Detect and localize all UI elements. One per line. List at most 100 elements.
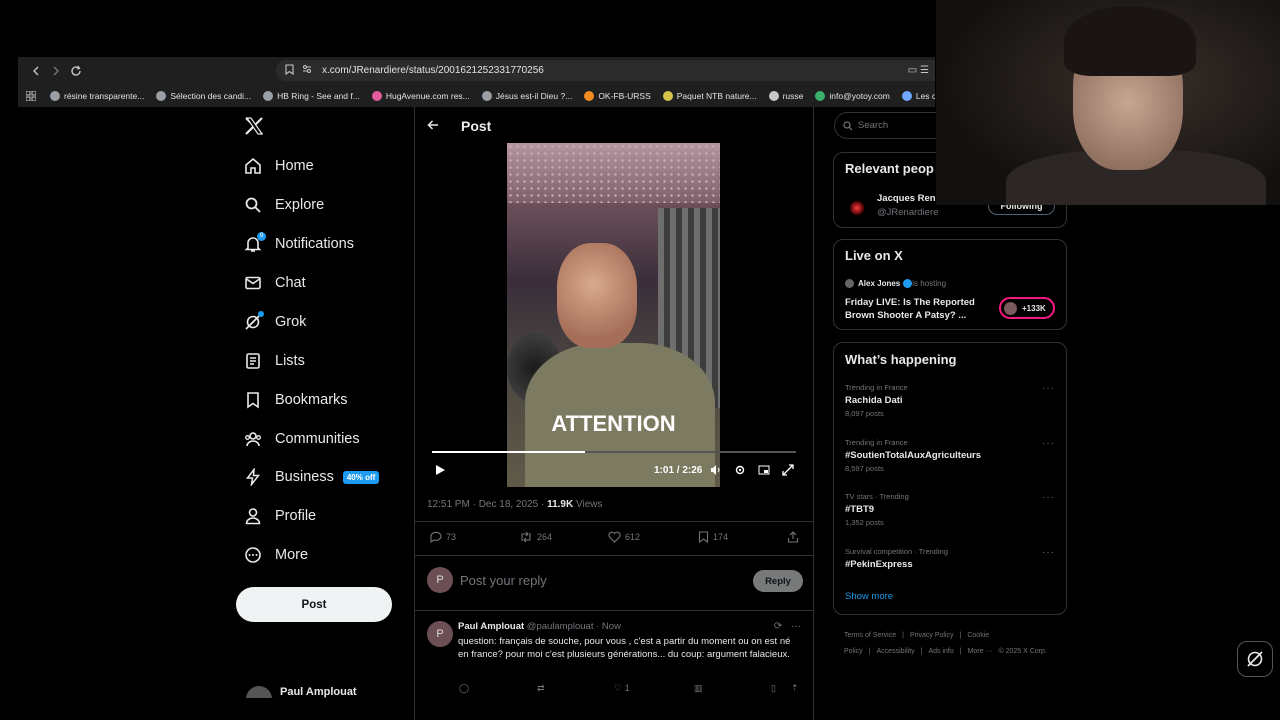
bookmark-item[interactable]: OK-FB-URSS [584,90,651,101]
more-options-icon[interactable]: ··· [1042,438,1055,449]
avatar[interactable] [850,201,864,215]
nav-item-notifications[interactable]: 9 Notifications [244,232,354,256]
post-meta: 12:51 PM · Dec 18, 2025 · 11.9K Views [427,499,603,510]
volume-icon[interactable] [710,464,722,479]
footer-link[interactable]: © 2025 X Corp. [998,648,1046,655]
more-options-icon[interactable]: ··· [791,621,801,632]
divider [415,555,813,556]
footer-link[interactable]: Accessibility [877,648,915,655]
nav-item-lists[interactable]: Lists [244,349,305,373]
unread-dot [258,311,264,317]
apps-grid-icon[interactable] [26,90,36,101]
nav-item-profile[interactable]: Profile [244,504,316,528]
address-bar[interactable]: x.com/JRenardiere/status/200162125233177… [276,60,935,81]
x-logo-icon[interactable] [244,116,266,138]
live-host[interactable]: Alex Jones is hosting [845,279,946,288]
bookmark-item[interactable]: résine transparente... [50,90,144,101]
nav-item-grok[interactable]: Grok [244,310,306,334]
bookmark-item[interactable]: Les concours [901,90,935,101]
site-settings-icon[interactable] [298,64,316,77]
favicon-icon [50,90,60,101]
footer-link[interactable]: Ads info [928,648,953,655]
bookmark-label: Les concours [915,90,935,101]
bookmark-label: Paquet NTB nature... [676,90,757,101]
reply-action-bar: ◯ ⇄ ♡ 1 ▥ ▯ ⇡ [459,683,799,695]
back-arrow-icon[interactable] [26,61,46,81]
avatar[interactable]: P [427,621,453,647]
footer-links: Terms of Service | Privacy Policy | Cookie P… [844,628,1066,660]
cast-icon[interactable]: ▭ ☰ [908,65,929,76]
video-player[interactable]: ATTENTION 1:01 / 2:26 [427,143,802,487]
live-listeners-badge[interactable]: +133K [999,297,1055,319]
post-timestamp[interactable]: 12:51 PM · Dec 18, 2025 · [427,499,547,510]
repost-icon[interactable]: ⇄ [537,683,545,694]
bookmark-item[interactable]: info@yotoy.com [815,90,890,101]
avatar [1004,301,1017,315]
fullscreen-icon[interactable] [782,464,794,479]
forward-arrow-icon[interactable] [46,61,66,81]
play-icon[interactable] [435,464,446,479]
trend-item[interactable]: Trending in France #SoutienTotalAuxAgricu… [845,438,1055,473]
show-more-link[interactable]: Show more [845,591,893,602]
more-options-icon[interactable]: ··· [1042,547,1055,558]
grok-floating-button[interactable] [1237,641,1273,677]
back-arrow-icon[interactable] [427,118,439,134]
footer-link[interactable]: Terms of Service [844,632,896,639]
person-handle: @JRenardiere [877,207,939,218]
search-placeholder: Search [858,120,889,131]
search-input[interactable]: Search [834,112,944,139]
reply-icon[interactable]: ◯ [459,683,469,694]
nav-item-chat[interactable]: Chat [244,271,306,295]
more-options-icon[interactable]: ··· [1042,492,1055,503]
live-title: Live on X [845,248,903,263]
trend-item[interactable]: Survival competition · Trending #PekinExp… [845,547,1055,570]
settings-gear-icon[interactable] [734,464,746,479]
picture-in-picture-icon[interactable] [758,464,770,479]
trend-item[interactable]: TV stars · Trending #TBT9 1,352 posts ··· [845,492,1055,527]
grok-icon[interactable]: ⟳ [774,621,782,632]
post-button[interactable]: Post [236,587,392,622]
bookmark-item[interactable]: Sélection des candi... [156,90,251,101]
favicon-icon [815,90,826,101]
analytics-icon[interactable]: ▥ [694,683,703,694]
video-frame[interactable]: ATTENTION [507,143,720,487]
bookmark-item[interactable]: HB Ring - See and f... [263,90,360,101]
bookmark-item[interactable]: HugAvenue.com res... [371,90,470,101]
more-options-icon[interactable]: ··· [1042,383,1055,394]
footer-link[interactable]: Privacy Policy [910,632,954,639]
bookmark-star-icon[interactable] [280,63,298,78]
person-icon [244,507,262,525]
host-name: Alex Jones [858,279,901,288]
account-switcher[interactable]: Paul Amplouat [244,686,404,698]
reply-author-name[interactable]: Paul Amplouat [458,621,524,632]
heart-icon[interactable]: ♡ 1 [614,683,630,694]
share-action[interactable] [787,531,803,543]
reply-input[interactable]: Post your reply [460,573,547,588]
reply-button[interactable]: Reply [753,570,803,592]
nav-item-label: Chat [275,275,306,291]
bookmark-item[interactable]: Jésus est-il Dieu ?... [481,90,572,101]
nav-item-business[interactable]: Business 40% off [244,465,380,489]
nav-item-communities[interactable]: Communities [244,427,360,451]
bookmark-item[interactable]: russe [768,90,803,101]
live-title-text[interactable]: Friday LIVE: Is The Reported Brown Shoot… [845,296,990,322]
video-progress-bar[interactable] [432,451,796,453]
nav-item-bookmarks[interactable]: Bookmarks [244,388,348,412]
nav-item-more[interactable]: More [244,543,308,567]
share-icon[interactable]: ⇡ [791,683,799,694]
person-name[interactable]: Jacques Ren [877,193,936,204]
repost-action[interactable]: 264 [519,531,552,543]
nav-item-home[interactable]: Home [244,154,314,178]
nav-item-explore[interactable]: Explore [244,193,324,217]
like-action[interactable]: 612 [608,531,640,543]
reload-icon[interactable] [66,61,86,81]
url-text[interactable]: x.com/JRenardiere/status/200162125233177… [322,65,544,76]
bookmark-icon[interactable]: ▯ [771,683,776,694]
reply-action[interactable]: 73 [429,531,456,543]
favicon-icon [901,90,912,101]
bookmark-action[interactable]: 174 [698,531,728,543]
footer-link[interactable]: More ··· [968,648,993,655]
trend-item[interactable]: Trending in France Rachida Dati 8,097 post… [845,383,1055,418]
reply-count: 73 [446,532,457,542]
bookmark-item[interactable]: Paquet NTB nature... [662,90,757,101]
